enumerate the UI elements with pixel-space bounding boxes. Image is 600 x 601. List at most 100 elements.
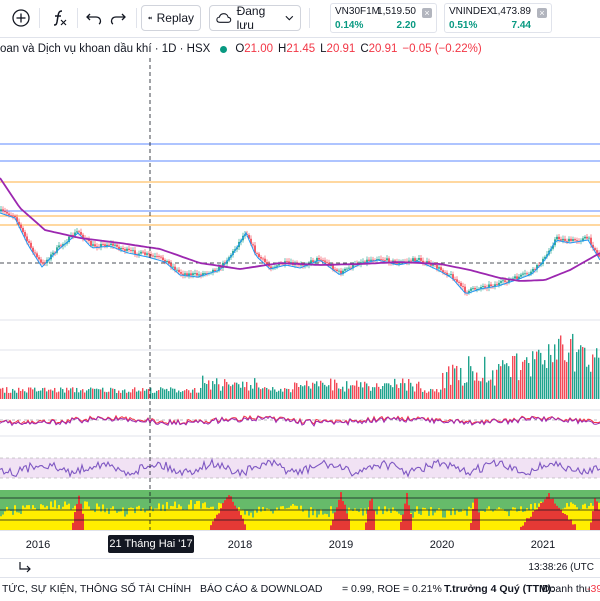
candle-body	[176, 269, 178, 271]
volume-bar	[544, 360, 546, 399]
indicator-red-bar	[564, 514, 566, 530]
function-icon	[53, 10, 67, 26]
price-chart[interactable]	[0, 58, 600, 530]
volume-bar	[500, 366, 502, 399]
volume-bar	[238, 384, 240, 399]
indicator-red-bar	[76, 504, 78, 530]
candle-body	[572, 239, 574, 241]
volume-bar	[124, 389, 126, 399]
volume-bar	[588, 364, 590, 399]
volume-bar	[522, 361, 524, 399]
candle-body	[162, 257, 164, 260]
tab-news[interactable]: TỨC, SỰ KIỆN, THÔNG SỐ TÀI CHÍNH	[2, 583, 191, 595]
go-to-realtime-icon[interactable]	[18, 561, 32, 573]
indicator-yellow-bar	[44, 507, 46, 530]
indicator-yellow-bar	[496, 508, 498, 530]
candle-body	[6, 211, 8, 214]
candle-body	[168, 260, 170, 264]
volume-bar	[194, 387, 196, 399]
candle-body	[576, 240, 578, 242]
ticker-card[interactable]: VNINDEX 1,473.89 0.51% 7.44 ×	[444, 3, 552, 33]
volume-bar	[78, 392, 80, 399]
candle-body	[40, 259, 42, 263]
save-layout-button[interactable]: Đang lưu	[209, 4, 301, 32]
tab-reports[interactable]: BÁO CÁO & DOWNLOAD	[200, 583, 323, 595]
open-value: 21.00	[244, 43, 274, 55]
add-symbol-button[interactable]	[9, 5, 33, 31]
replay-button[interactable]: Replay	[141, 5, 201, 31]
ratios-text: = 0.99, ROE = 0.21%	[342, 583, 442, 595]
volume-bar	[476, 372, 478, 399]
indicator-yellow-bar	[194, 504, 196, 530]
high-label: H	[278, 43, 287, 55]
x-tick-label: 2016	[25, 539, 51, 551]
redo-button[interactable]	[107, 5, 129, 31]
indicator-yellow-bar	[116, 512, 118, 530]
candle-body	[562, 238, 564, 241]
volume-bar	[462, 385, 464, 399]
volume-bar	[122, 390, 124, 399]
time-axis[interactable]: 2016 21 Tháng Hai '17 2018 2019 2020 202…	[0, 530, 600, 559]
volume-bar	[342, 386, 344, 399]
bottom-panel-tabs: TỨC, SỰ KIỆN, THÔNG SỐ TÀI CHÍNH BÁO CÁO…	[0, 577, 600, 601]
volume-bar	[444, 388, 446, 399]
volume-bar	[554, 344, 556, 399]
indicator-yellow-bar	[312, 515, 314, 530]
indicator-yellow-bar	[318, 514, 320, 530]
candle-body	[462, 286, 464, 287]
candle-body	[174, 266, 176, 270]
candle-body	[38, 257, 40, 260]
volume-bar	[562, 344, 564, 399]
indicator-red-bar	[590, 522, 592, 530]
indicator-yellow-bar	[110, 508, 112, 530]
candle-body	[262, 258, 264, 260]
indicator-red-bar	[402, 514, 404, 530]
indicator-red-bar	[570, 519, 572, 530]
candle-body	[102, 243, 104, 245]
indicator-yellow-bar	[512, 507, 514, 530]
volume-bar	[24, 391, 26, 399]
volume-bar	[220, 390, 222, 399]
volume-bar	[448, 366, 450, 399]
symbol-title[interactable]: oan và Dịch vụ khoan dầu khí · 1D · HSX	[0, 43, 210, 55]
volume-bar	[298, 386, 300, 399]
ticker-price: 1,519.50	[377, 6, 416, 17]
indicator-yellow-bar	[100, 511, 102, 530]
volume-bar	[156, 390, 158, 399]
volume-bar	[556, 359, 558, 399]
volume-bar	[168, 391, 170, 399]
candle-body	[104, 244, 106, 247]
candle-body	[194, 273, 196, 274]
close-icon[interactable]: ×	[537, 8, 547, 18]
indicators-button[interactable]	[47, 5, 71, 31]
volume-bar	[464, 382, 466, 399]
volume-bar	[148, 388, 150, 399]
candle-body	[502, 280, 504, 282]
indicator-red-bar	[540, 502, 542, 530]
indicator-red-bar	[78, 495, 80, 530]
indicator-yellow-bar	[276, 507, 278, 530]
volume-bar	[440, 389, 442, 399]
indicator-yellow-bar	[388, 508, 390, 530]
indicator-yellow-bar	[424, 507, 426, 530]
candle-body	[470, 288, 472, 291]
volume-bar	[98, 389, 100, 399]
volume-bar	[542, 364, 544, 399]
volume-bar	[14, 390, 16, 399]
volume-bar	[580, 345, 582, 399]
indicator-yellow-bar	[294, 505, 296, 530]
indicator-yellow-bar	[392, 507, 394, 530]
volume-bar	[582, 346, 584, 399]
candle-body	[564, 238, 566, 241]
candle-body	[504, 280, 506, 282]
indicator-yellow-bar	[152, 511, 154, 530]
volume-bar	[532, 351, 534, 399]
volume-bar	[452, 364, 454, 399]
undo-button[interactable]	[83, 5, 105, 31]
ticker-card[interactable]: VN30F1M 1,519.50 0.14% 2.20 ×	[330, 3, 437, 33]
close-icon[interactable]: ×	[422, 8, 432, 18]
candle-body	[134, 250, 136, 255]
indicator-red-bar	[562, 513, 564, 530]
volume-bar	[100, 389, 102, 399]
indicator-red-bar	[542, 502, 544, 530]
